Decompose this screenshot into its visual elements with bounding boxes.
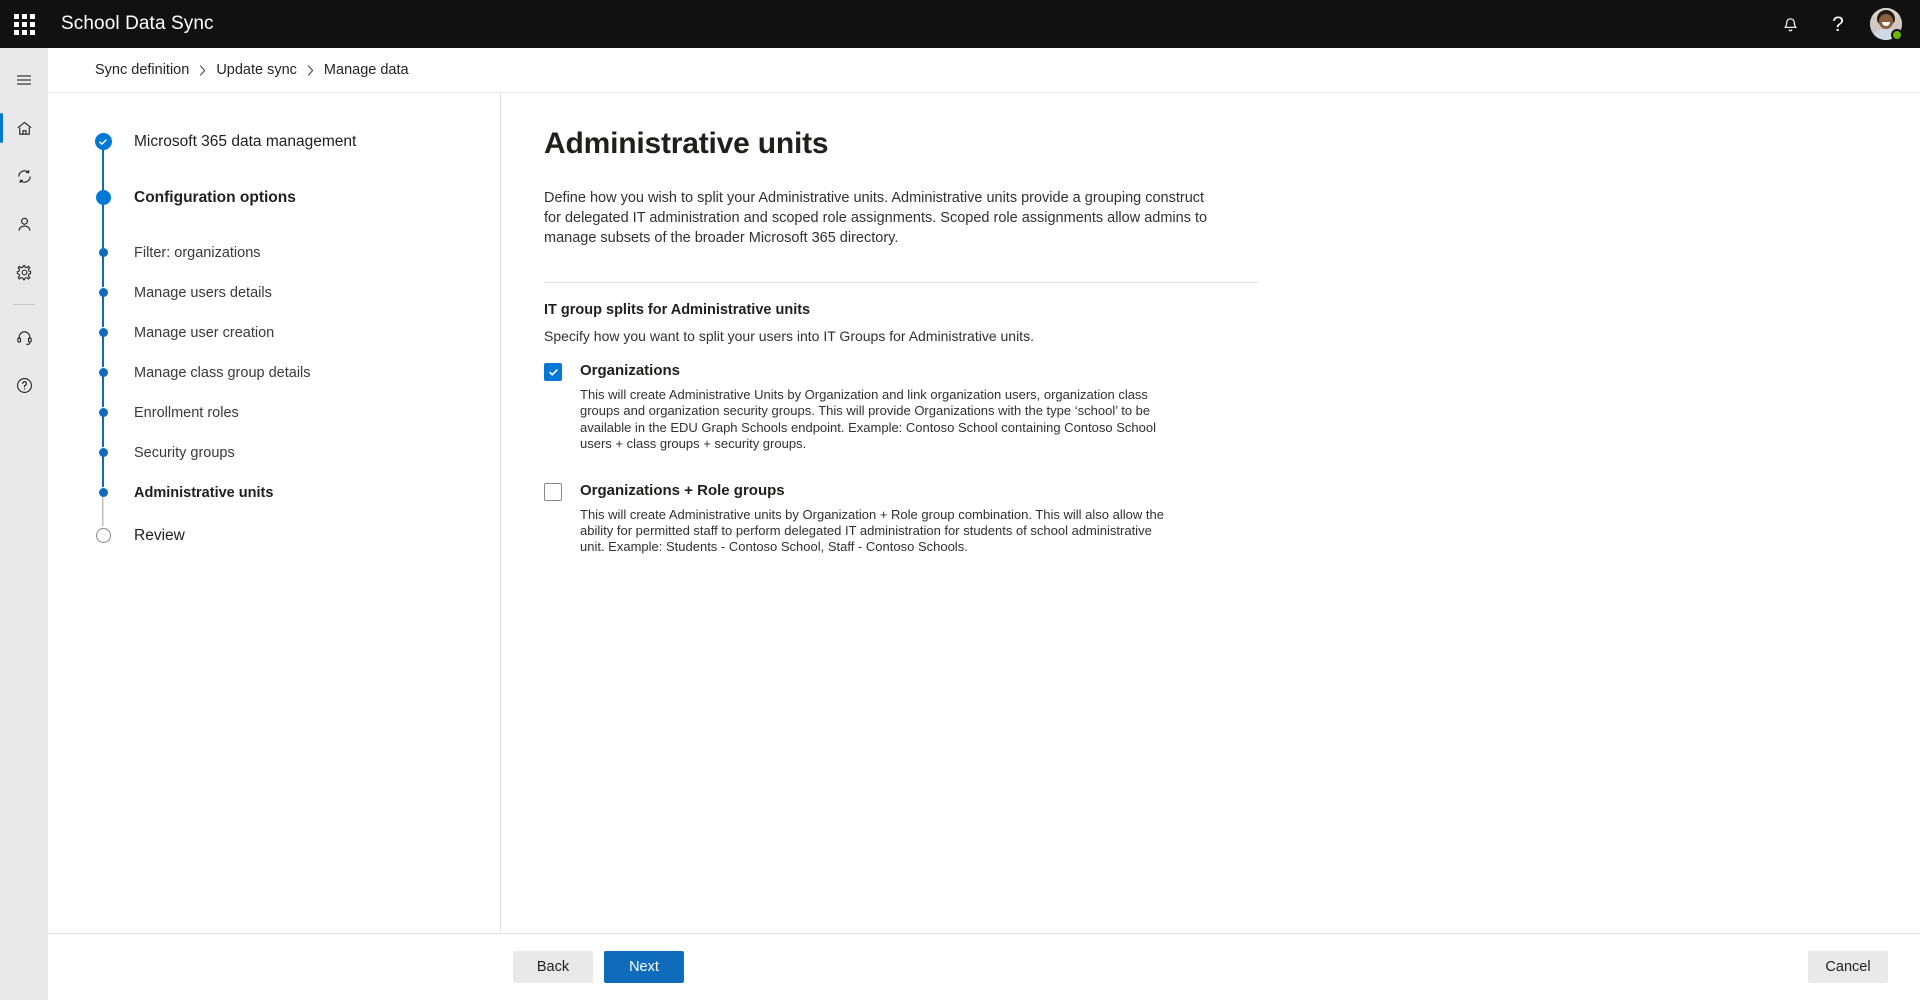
step-marker (93, 187, 113, 249)
step-marker (93, 131, 113, 195)
checkbox-body: Organizations + Role groups This will cr… (580, 482, 1178, 556)
page-title: Administrative units (544, 127, 829, 160)
step-complete-check-icon (94, 133, 112, 150)
step-review[interactable]: Review (93, 525, 500, 565)
footer-secondary-actions: Cancel (1808, 951, 1888, 983)
step-label: Manage class group details (134, 365, 311, 381)
sidebar-item-sync[interactable] (0, 152, 48, 200)
main-content-panel: Administrative units Define how you wish… (501, 93, 1920, 933)
user-avatar[interactable] (1862, 0, 1910, 48)
step-label: Enrollment roles (134, 405, 239, 421)
step-substep-dot (98, 408, 108, 417)
breadcrumb-item-2[interactable]: Manage data (324, 62, 409, 78)
breadcrumb-item-1[interactable]: Update sync (216, 62, 297, 78)
checkbox-label-organizations-role-groups[interactable]: Organizations + Role groups (580, 482, 1178, 500)
footer-primary-actions: Back Next (513, 951, 684, 983)
suite-header-actions: ? (1766, 0, 1920, 48)
step-label: Security groups (134, 445, 235, 461)
option-organizations: Organizations This will create Administr… (544, 362, 1920, 453)
breadcrumb: Sync definition Update sync Manage data (48, 48, 1920, 92)
sidebar-item-users[interactable] (0, 200, 48, 248)
checkbox-description-organizations-role-groups: This will create Administrative units by… (580, 506, 1164, 555)
section-subtitle: Specify how you want to split your users… (544, 328, 1034, 344)
chevron-right-icon (198, 64, 207, 77)
step-marker (93, 525, 113, 543)
step-manage-class-group-details[interactable]: Manage class group details (93, 362, 500, 407)
step-current-dot (95, 190, 111, 205)
sidebar-item-home[interactable] (0, 104, 48, 152)
checkbox-organizations[interactable] (544, 363, 562, 381)
checkbox-row: Organizations This will create Administr… (544, 362, 1920, 453)
section-title: IT group splits for Administrative units (544, 302, 811, 318)
wizard-footer-bar: Back Next Cancel (48, 933, 1920, 1000)
step-manage-user-creation[interactable]: Manage user creation (93, 322, 500, 367)
step-filter-organizations[interactable]: Filter: organizations (93, 242, 500, 287)
app-title: School Data Sync (61, 13, 214, 34)
step-label: Configuration options (134, 189, 296, 206)
step-label: Manage users details (134, 285, 272, 301)
step-microsoft-365-data-management[interactable]: Microsoft 365 data management (93, 131, 500, 195)
presence-badge-available (1891, 29, 1903, 41)
left-nav-rail (0, 48, 48, 1000)
suite-header-bar: School Data Sync ? (0, 0, 1920, 48)
bell-icon[interactable] (1766, 0, 1814, 48)
breadcrumb-item-0[interactable]: Sync definition (95, 62, 189, 78)
step-substep-dot (98, 288, 108, 297)
step-substep-dot (98, 328, 108, 337)
step-configuration-options[interactable]: Configuration options (93, 187, 500, 249)
step-substep-dot (98, 368, 108, 377)
hamburger-menu-icon[interactable] (0, 56, 48, 104)
headset-icon[interactable] (0, 313, 48, 361)
page-description: Define how you wish to split your Admini… (544, 190, 1208, 246)
wizard-step-navigation: Microsoft 365 data management Configurat… (48, 93, 501, 933)
step-enrollment-roles[interactable]: Enrollment roles (93, 402, 500, 447)
rail-divider (13, 304, 35, 305)
option-organizations-role-groups: Organizations + Role groups This will cr… (544, 482, 1920, 556)
step-label: Review (134, 527, 185, 544)
chevron-right-icon (306, 64, 315, 77)
step-label: Manage user creation (134, 325, 275, 341)
checkbox-organizations-role-groups[interactable] (544, 482, 562, 501)
step-administrative-units[interactable]: Administrative units (93, 482, 500, 526)
cancel-button[interactable]: Cancel (1808, 951, 1888, 983)
section-divider (544, 282, 1258, 283)
checkbox-label-organizations[interactable]: Organizations (580, 362, 1178, 380)
step-substep-dot (98, 248, 108, 257)
step-label: Filter: organizations (134, 245, 261, 261)
checkbox-body: Organizations This will create Administr… (580, 362, 1178, 453)
step-label: Microsoft 365 data management (134, 133, 357, 150)
step-manage-users-details[interactable]: Manage users details (93, 282, 500, 327)
step-security-groups[interactable]: Security groups (93, 442, 500, 487)
checkbox-description-organizations: This will create Administrative Units by… (580, 387, 1156, 452)
question-mark-icon[interactable]: ? (1814, 0, 1862, 48)
back-button[interactable]: Back (513, 951, 593, 983)
step-label: Administrative units (134, 485, 274, 501)
question-circle-icon[interactable] (0, 361, 48, 409)
gear-icon[interactable] (0, 248, 48, 296)
checkbox-row: Organizations + Role groups This will cr… (544, 482, 1920, 556)
step-pending-circle-icon (95, 528, 111, 543)
wizard-body: Microsoft 365 data management Configurat… (48, 92, 1920, 933)
next-button[interactable]: Next (604, 951, 684, 983)
app-launcher-waffle-icon[interactable] (0, 0, 48, 48)
step-substep-dot-active (98, 488, 108, 497)
help-glyph: ? (1832, 12, 1844, 36)
step-substep-dot (98, 448, 108, 457)
waffle-grid (13, 13, 35, 35)
